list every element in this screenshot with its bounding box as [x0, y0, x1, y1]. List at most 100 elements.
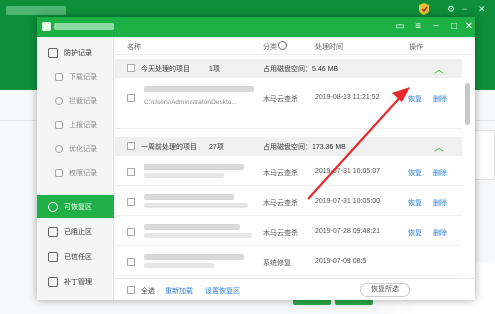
row-time: 2019-08-13 11:21:52 — [315, 94, 380, 101]
block-icon — [55, 96, 63, 105]
restore-link[interactable]: 恢复 — [408, 94, 422, 104]
delete-link[interactable]: 删除 — [433, 94, 447, 104]
trust-icon — [48, 251, 58, 262]
row-category: 木马云查杀 — [263, 96, 298, 103]
row-checkbox[interactable] — [127, 94, 135, 102]
file-path-blurred — [144, 173, 224, 178]
table-row[interactable]: 木马云查杀 2019-07-31 10:05:00 恢复 删除 — [115, 187, 462, 216]
shield-log-icon — [48, 47, 58, 58]
row-time: 2019-07-31 10:05:00 — [315, 198, 380, 205]
dialog-logo-icon — [42, 22, 51, 31]
search-icon[interactable] — [278, 41, 287, 50]
file-path-blurred — [144, 233, 252, 238]
row-time: 2019-07-31 10:05:07 — [315, 168, 380, 175]
app-logo-icon — [419, 3, 429, 15]
sidebar-item-restore-area[interactable]: 可恢复区 — [37, 195, 114, 218]
table-row[interactable]: 系统修复 2019-07-09 08:5 — [115, 247, 462, 276]
sidebar-item-label: 优化记录 — [69, 145, 97, 153]
sidebar-item-block-log[interactable]: 拦截记录 — [37, 89, 114, 112]
dialog-title — [54, 23, 114, 30]
patch-icon — [48, 276, 58, 287]
sidebar-item-permission-log[interactable]: 权限记录 — [37, 161, 114, 184]
dialog-footer: 全选 重新加载 设置恢复区 恢复所选 — [115, 278, 475, 300]
group-checkbox[interactable] — [127, 142, 135, 150]
group-header-week[interactable]: 一周前处理的项目 27项 占用磁盘空间：173.36 MB ︿ — [115, 137, 462, 156]
sidebar-item-label: 下载记录 — [69, 73, 97, 81]
sidebar-item-trusted-area[interactable]: 已信任区 — [37, 245, 114, 268]
set-restore-area-link[interactable]: 设置恢复区 — [205, 286, 240, 296]
scrollbar[interactable] — [465, 83, 470, 125]
sidebar-item-upload-log[interactable]: 上报记录 — [37, 113, 114, 136]
chevron-up-icon[interactable]: ︿ — [434, 61, 444, 76]
bg-minimize-icon[interactable]: − — [462, 4, 467, 14]
row-category: 系统修复 — [263, 260, 291, 267]
select-all-checkbox[interactable] — [127, 286, 135, 294]
sidebar-item-label: 可恢复区 — [64, 203, 92, 211]
minimize-icon[interactable]: − — [428, 19, 444, 35]
optimize-icon — [55, 144, 63, 153]
group-space: 占用磁盘空间：173.36 MB — [263, 144, 346, 151]
sidebar-item-download-log[interactable]: 下载记录 — [37, 65, 114, 88]
dialog-titlebar: ▭ ≡ − □ ✕ — [37, 17, 475, 37]
restore-area-icon — [48, 201, 58, 212]
feedback-icon[interactable]: ▭ — [392, 19, 408, 35]
restore-selected-button[interactable]: 恢复所选 — [360, 283, 410, 297]
menu-icon[interactable]: ≡ — [410, 19, 426, 35]
file-name-blurred — [144, 194, 234, 200]
permission-icon — [55, 168, 63, 177]
sidebar-item-label: 防护记录 — [64, 49, 92, 57]
group-title: 今天处理的项目 — [141, 66, 190, 73]
quarantine-dialog: ▭ ≡ − □ ✕ 防护记录 下载记录 拦截记录 上报记录 优化记录 权限记录 — [37, 17, 475, 300]
column-action: 操作 — [409, 44, 423, 51]
sidebar-item-label: 拦截记录 — [69, 97, 97, 105]
sidebar-item-label: 上报记录 — [69, 121, 97, 129]
select-all-label[interactable]: 全选 — [141, 286, 155, 296]
row-time: 2019-07-09 08:5 — [315, 258, 367, 265]
sidebar-item-protection-log[interactable]: 防护记录 — [37, 41, 114, 64]
sidebar-item-label: 已阻止区 — [64, 228, 92, 236]
file-name-blurred — [144, 86, 254, 92]
maximize-icon[interactable]: □ — [446, 19, 462, 35]
settings-icon[interactable]: ⚙ — [447, 4, 455, 15]
restore-link[interactable]: 恢复 — [408, 168, 422, 178]
sidebar-item-label: 权限记录 — [69, 169, 97, 177]
group-space: 占用磁盘空间：5.46 MB — [263, 66, 339, 73]
group-header-today[interactable]: 今天处理的项目 1项 占用磁盘空间：5.46 MB ︿ — [115, 59, 462, 78]
row-checkbox[interactable] — [127, 168, 135, 176]
chevron-up-icon[interactable]: ︿ — [434, 139, 444, 154]
column-time[interactable]: 处理时间 — [315, 42, 343, 52]
row-category: 木马云查杀 — [263, 230, 298, 237]
sidebar-item-optimize-log[interactable]: 优化记录 — [37, 137, 114, 160]
sidebar-item-patch-management[interactable]: 补丁管理 — [37, 270, 114, 293]
download-icon — [55, 72, 63, 81]
delete-link[interactable]: 删除 — [433, 198, 447, 208]
close-icon[interactable]: ✕ — [461, 19, 477, 35]
sidebar-item-blocked-area[interactable]: 已阻止区 — [37, 220, 114, 243]
restore-link[interactable]: 恢复 — [408, 198, 422, 208]
blocked-icon — [48, 226, 58, 237]
delete-link[interactable]: 删除 — [433, 168, 447, 178]
row-checkbox[interactable] — [127, 198, 135, 206]
row-category: 木马云查杀 — [263, 170, 298, 177]
row-category: 木马云查杀 — [263, 200, 298, 207]
table-row[interactable]: C:\Users\Administrator\Deskto... 木马云查杀 2… — [115, 79, 462, 129]
file-path: C:\Users\Administrator\Deskto... — [144, 99, 237, 106]
delete-link[interactable]: 删除 — [433, 228, 447, 238]
reload-link[interactable]: 重新加载 — [165, 286, 193, 296]
bg-close-icon[interactable]: ✕ — [478, 4, 486, 15]
table-row[interactable]: 木马云查杀 2019-07-28 09:48:21 恢复 删除 — [115, 217, 462, 246]
row-checkbox[interactable] — [127, 258, 135, 266]
table-row[interactable]: 木马云查杀 2019-07-31 10:05:07 恢复 删除 — [115, 157, 462, 186]
sidebar-item-label: 已信任区 — [64, 253, 92, 261]
file-path-blurred — [144, 263, 214, 268]
row-checkbox[interactable] — [127, 228, 135, 236]
main-content: 名称 分类 处理时间 操作 今天处理的项目 1项 占用磁盘空间：5.46 MB … — [115, 37, 475, 300]
column-name[interactable]: 名称 — [127, 42, 141, 52]
table-header: 名称 分类 处理时间 操作 — [115, 37, 475, 55]
restore-link[interactable]: 恢复 — [408, 228, 422, 238]
sidebar: 防护记录 下载记录 拦截记录 上报记录 优化记录 权限记录 可恢复区 已阻止区 — [37, 37, 114, 300]
group-title: 一周前处理的项目 — [141, 144, 197, 151]
group-checkbox[interactable] — [127, 64, 135, 72]
column-category[interactable]: 分类 — [263, 42, 277, 52]
sidebar-item-label: 补丁管理 — [64, 278, 92, 286]
